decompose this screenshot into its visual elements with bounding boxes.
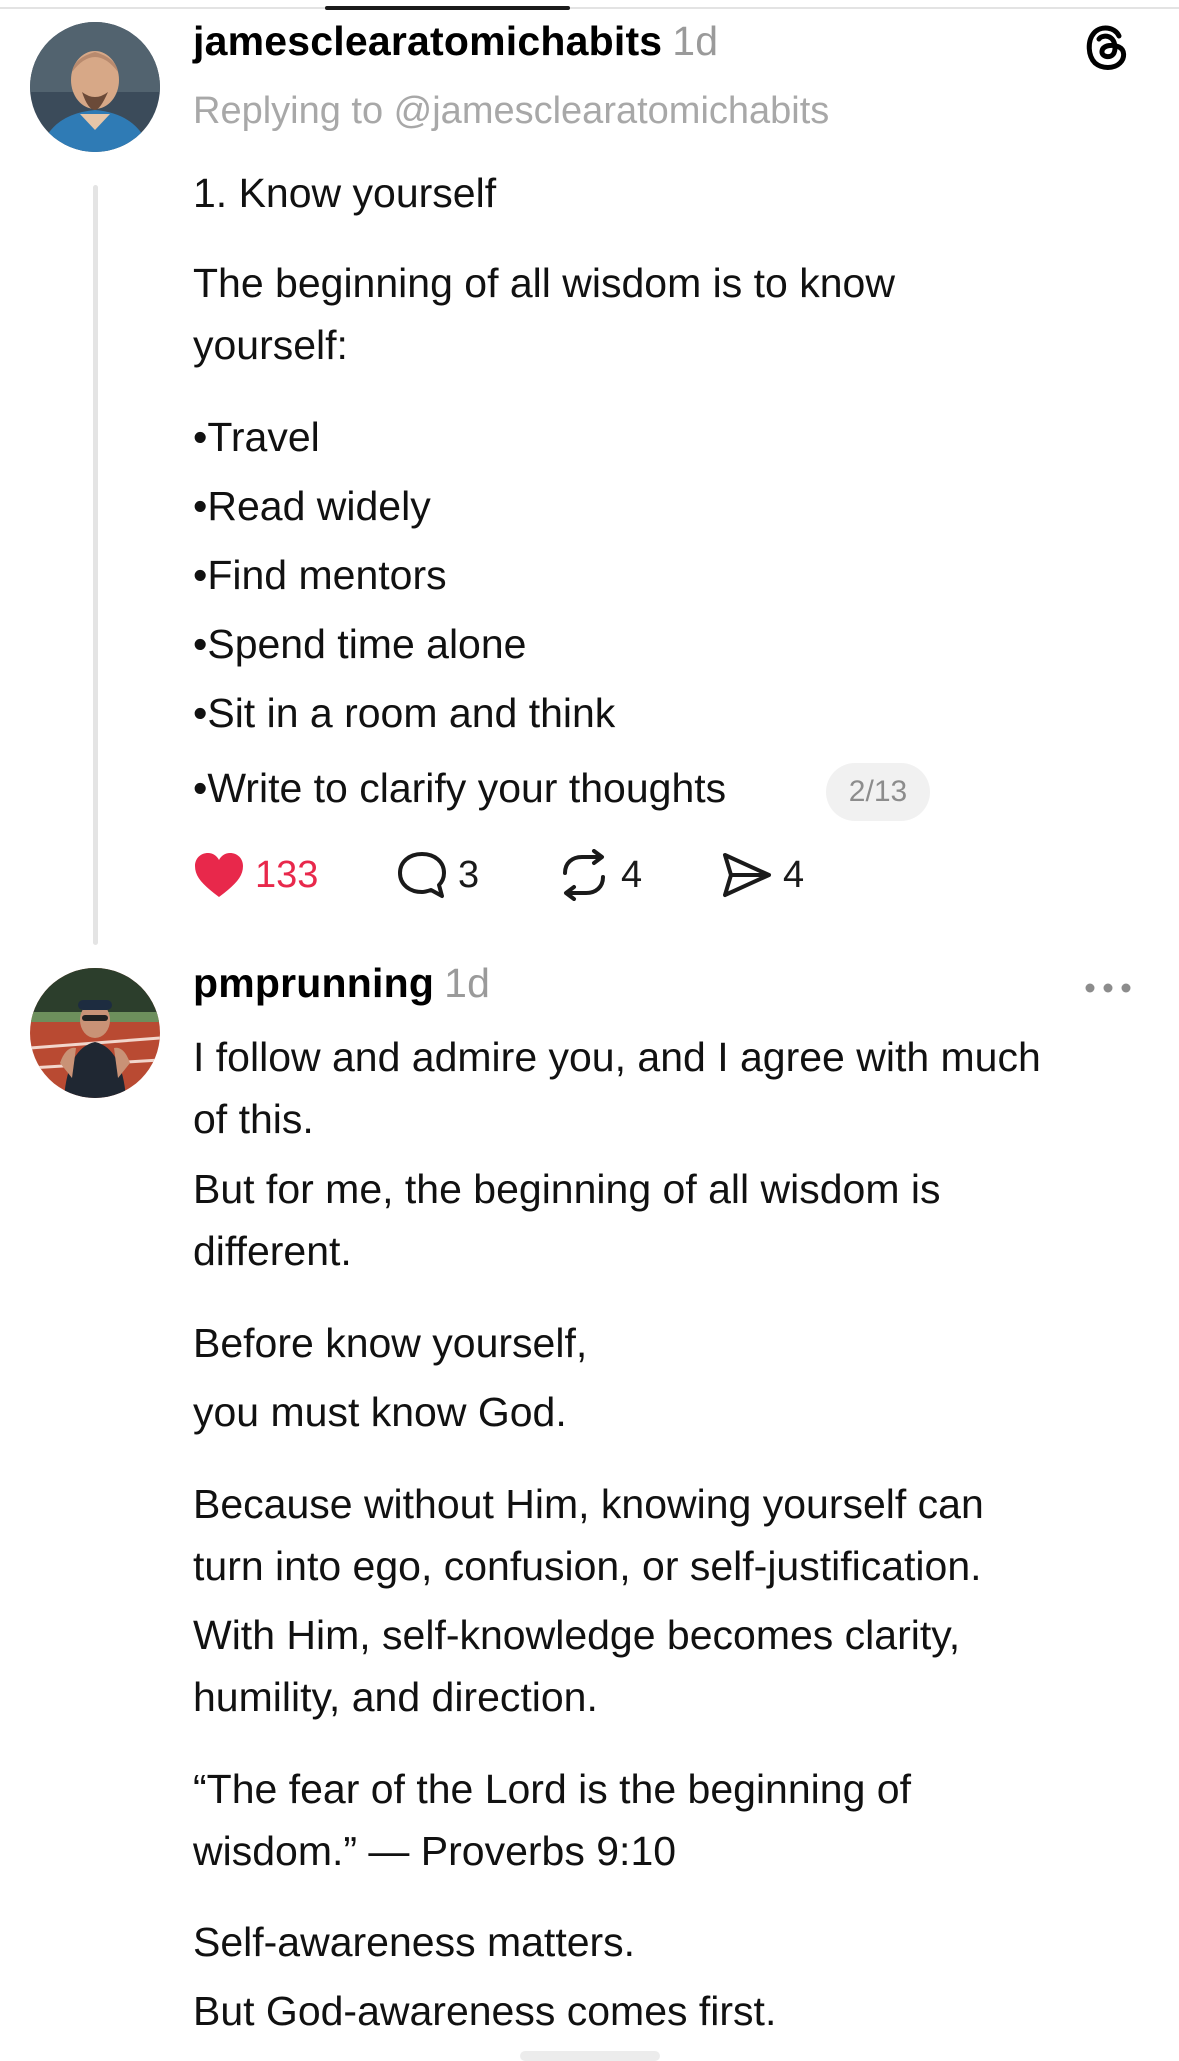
more-options-icon[interactable]	[1083, 978, 1133, 998]
top-divider	[0, 7, 1179, 9]
heart-icon	[195, 853, 243, 897]
thread-counter-badge: 2/13	[826, 763, 930, 821]
reply-text-line: But for me, the beginning of all wisdom …	[193, 1166, 941, 1212]
reply-text-line: “The fear of the Lord is the beginning o…	[193, 1766, 911, 1812]
reply-button[interactable]: 3	[396, 845, 479, 905]
author-username[interactable]: jamesclearatomichabits	[193, 18, 662, 64]
reply-text-line: turn into ego, confusion, or self-justif…	[193, 1543, 982, 1589]
reply-text-line: of this.	[193, 1096, 314, 1142]
post-heading: 1. Know yourself	[193, 170, 497, 216]
repost-icon	[563, 849, 605, 901]
bullet-item: •Travel	[193, 414, 320, 460]
reply-text-line: Before know yourself,	[193, 1320, 588, 1366]
home-indicator	[520, 2051, 660, 2061]
reply-text-line: humility, and direction.	[193, 1674, 598, 1720]
reply-author[interactable]: pmprunning 1d	[193, 960, 490, 1007]
reply-text-line: I follow and admire you, and I agree wit…	[193, 1034, 1041, 1080]
replying-to-text: Replying to @jamesclearatomichabits	[193, 90, 830, 132]
reply-text-line: But God-awareness comes first.	[193, 1988, 777, 2034]
scroll-indicator	[325, 6, 570, 10]
comment-icon	[398, 852, 446, 898]
reply-time: 1d	[444, 960, 491, 1006]
share-button[interactable]: 4	[721, 845, 804, 905]
threads-logo-icon[interactable]	[1083, 20, 1131, 72]
share-icon	[723, 853, 771, 897]
reply-text-line: different.	[193, 1228, 352, 1274]
reply-text-line: Because without Him, knowing yourself ca…	[193, 1481, 984, 1527]
reply-author-avatar[interactable]	[30, 968, 160, 1098]
post-author[interactable]: jamesclearatomichabits 1d	[193, 18, 718, 65]
reply-text-line: you must know God.	[193, 1389, 567, 1435]
reply-text-line: With Him, self-knowledge becomes clarity…	[193, 1612, 961, 1658]
reply-count: 3	[458, 853, 480, 896]
bullet-item: •Find mentors	[193, 552, 447, 598]
repost-button[interactable]: 4	[557, 845, 642, 905]
post-intro-line: yourself:	[193, 322, 348, 368]
post-intro-line: The beginning of all wisdom is to know	[193, 260, 895, 306]
like-count: 133	[255, 853, 319, 896]
reply-username[interactable]: pmprunning	[193, 960, 434, 1006]
thread-connector-line	[93, 185, 98, 945]
reply-text-line: wisdom.” — Proverbs 9:10	[193, 1828, 677, 1874]
bullet-item: •Write to clarify your thoughts	[193, 765, 727, 811]
reply-text-line: Self-awareness matters.	[193, 1919, 636, 1965]
like-button[interactable]: 133	[193, 845, 318, 905]
bullet-item: •Sit in a room and think	[193, 690, 616, 736]
post-time: 1d	[672, 18, 719, 64]
share-count: 4	[783, 853, 805, 896]
author-avatar[interactable]	[30, 22, 160, 152]
bullet-item: •Read widely	[193, 483, 431, 529]
repost-count: 4	[621, 853, 643, 896]
bullet-item: •Spend time alone	[193, 621, 527, 667]
